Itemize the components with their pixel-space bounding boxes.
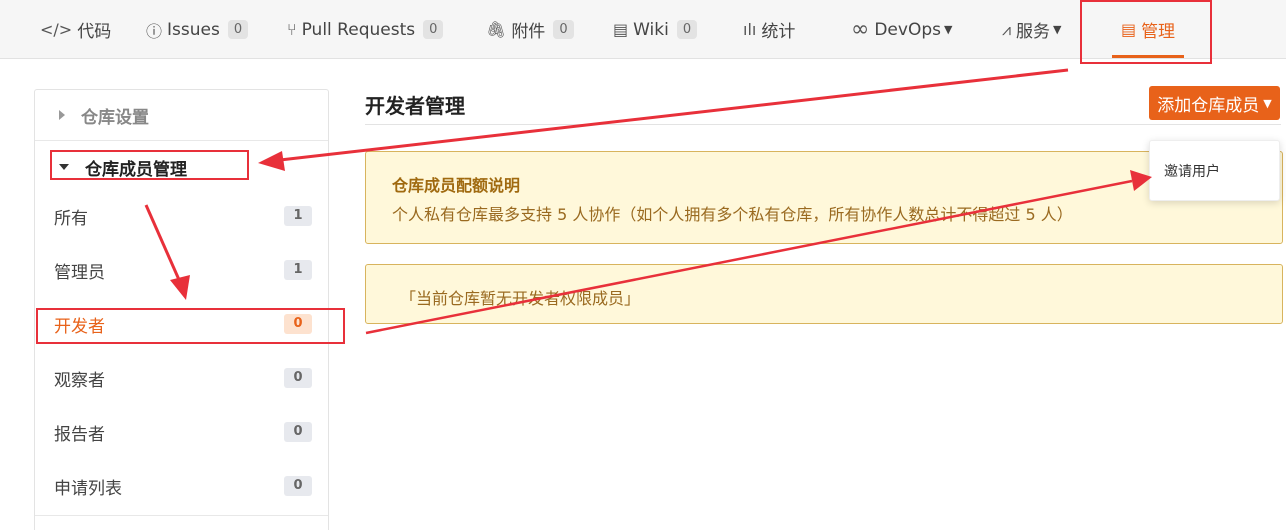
empty-members-notice: 「当前仓库暂无开发者权限成员」: [365, 264, 1283, 324]
tab-label: DevOps: [874, 19, 941, 40]
page-title: 开发者管理: [365, 94, 465, 118]
sidebar-section-label: 仓库设置: [81, 107, 149, 128]
settings-sidebar: 仓库设置 仓库成员管理 所有 1 管理员 1 开发者 0 观察者 0 报告者 0…: [34, 89, 329, 530]
sidebar-item-label: 管理员: [54, 262, 105, 283]
caret-down-icon: [59, 164, 69, 170]
tab-label: Pull Requests: [301, 19, 416, 40]
tab-code[interactable]: </> 代码: [40, 0, 111, 59]
pulse-icon: ⩘: [1002, 19, 1012, 39]
invite-user-option[interactable]: 邀请用户: [1164, 161, 1220, 181]
bar-chart-icon: ılı: [743, 20, 757, 39]
manage-icon: ▤: [1120, 20, 1137, 39]
caret-down-icon: ▼: [1263, 96, 1272, 110]
add-member-dropdown: 邀请用户: [1149, 140, 1280, 201]
sidebar-item-label: 报告者: [54, 424, 105, 445]
tab-services[interactable]: ⩘ 服务 ▼: [1002, 0, 1062, 59]
code-icon: </>: [40, 20, 73, 39]
sidebar-item-label: 观察者: [54, 370, 105, 391]
tab-devops[interactable]: ∞ DevOps ▼: [851, 0, 952, 59]
quota-notice-heading: 仓库成员配额说明: [392, 176, 521, 195]
sidebar-item-label: 申请列表: [54, 478, 122, 499]
tab-label: 服务: [1016, 22, 1051, 42]
add-member-label: 添加仓库成员: [1157, 95, 1260, 116]
sidebar-item-observers[interactable]: 观察者 0: [35, 358, 328, 398]
tab-issues[interactable]: ⓘ Issues 0: [146, 0, 249, 59]
infinity-icon: ∞: [851, 17, 870, 42]
paperclip-icon: 🖇: [486, 20, 507, 39]
quota-notice: 仓库成员配额说明 个人私有仓库最多支持 5 人协作（如个人拥有多个私有仓库，所有…: [365, 151, 1283, 244]
tab-label: 管理: [1141, 22, 1176, 42]
caret-right-icon: [59, 110, 65, 120]
sidebar-divider: [35, 515, 328, 516]
tab-label: Issues: [167, 19, 220, 40]
sidebar-section-member-management[interactable]: 仓库成员管理: [35, 150, 328, 184]
count-badge: 0: [284, 314, 312, 334]
count-badge: 0: [676, 20, 698, 39]
issue-icon: ⓘ: [146, 21, 163, 41]
count-badge: 0: [423, 20, 444, 39]
tab-label: 附件: [511, 22, 546, 42]
count-badge: 0: [553, 20, 574, 39]
count-badge: 1: [284, 206, 312, 226]
sidebar-item-developers[interactable]: 开发者 0: [35, 304, 328, 344]
caret-down-icon: ▼: [943, 23, 953, 36]
empty-members-message: 「当前仓库暂无开发者权限成员」: [400, 289, 641, 308]
tab-label: Wiki: [633, 19, 669, 40]
count-badge: 1: [284, 260, 312, 280]
sidebar-item-applications[interactable]: 申请列表 0: [35, 466, 328, 506]
tab-label: 统计: [761, 22, 796, 42]
count-badge: 0: [284, 476, 312, 496]
sidebar-section-repo-settings[interactable]: 仓库设置: [35, 90, 328, 141]
tab-label: 代码: [77, 22, 112, 42]
tab-statistics[interactable]: ılı 统计: [743, 0, 795, 59]
count-badge: 0: [284, 368, 312, 388]
sidebar-section-label: 仓库成员管理: [85, 159, 187, 180]
sidebar-item-label: 所有: [54, 208, 88, 229]
pull-request-icon: ⑂: [287, 20, 297, 39]
sidebar-item-all[interactable]: 所有 1: [35, 196, 328, 236]
repo-tab-bar: </> 代码 ⓘ Issues 0 ⑂ Pull Requests 0 🖇 附件…: [0, 0, 1286, 59]
quota-notice-body: 个人私有仓库最多支持 5 人协作（如个人拥有多个私有仓库，所有协作人数总计不得超…: [392, 205, 1073, 224]
sidebar-item-reporters[interactable]: 报告者 0: [35, 412, 328, 452]
sidebar-item-admins[interactable]: 管理员 1: [35, 250, 328, 290]
tab-manage[interactable]: ▤ 管理: [1112, 0, 1184, 59]
book-icon: ▤: [613, 20, 629, 39]
title-divider: [365, 124, 1281, 125]
tab-pull-requests[interactable]: ⑂ Pull Requests 0: [287, 0, 444, 59]
tab-wiki[interactable]: ▤ Wiki 0: [613, 0, 698, 59]
sidebar-item-label: 开发者: [54, 316, 105, 337]
caret-down-icon: ▼: [1053, 23, 1062, 36]
tab-attachments[interactable]: 🖇 附件 0: [486, 0, 574, 59]
count-badge: 0: [284, 422, 312, 442]
add-member-button[interactable]: 添加仓库成员 ▼: [1149, 86, 1280, 120]
count-badge: 0: [227, 20, 249, 39]
